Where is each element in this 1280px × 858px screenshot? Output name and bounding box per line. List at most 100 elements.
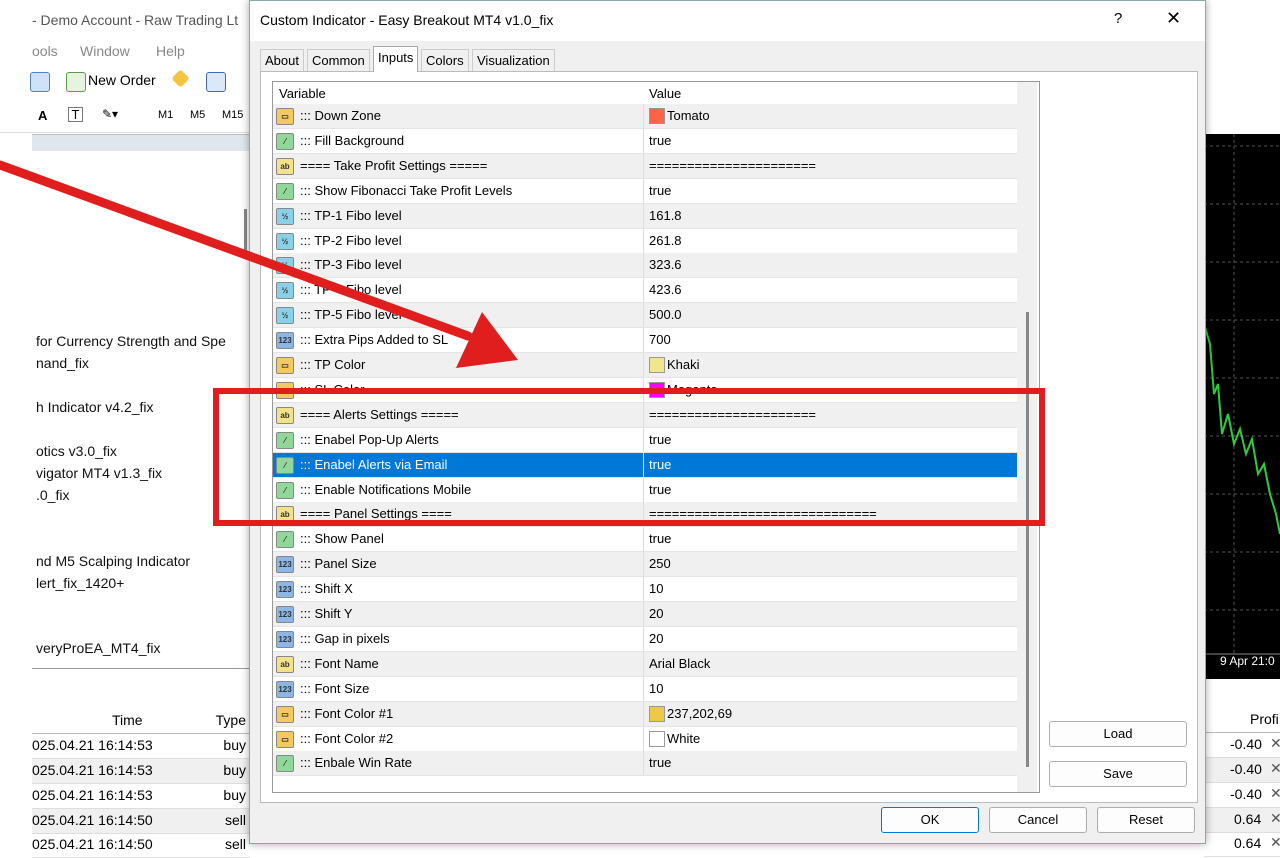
trade-row[interactable]: 025.04.21 16:14:50 sell [32, 809, 250, 834]
close-trade-icon[interactable]: ✕ [1270, 810, 1280, 827]
trade-row[interactable]: 025.04.21 16:14:53 buy [32, 784, 250, 809]
menu-window[interactable]: Window [80, 43, 130, 59]
text-tool-icon[interactable]: A [38, 108, 47, 123]
navigator-item[interactable]: vigator MT4 v1.3_fix [36, 465, 162, 481]
input-row[interactable]: ab ==== Take Profit Settings ===== =======… [273, 153, 1017, 179]
input-value[interactable]: 237,202,69 [667, 706, 732, 721]
input-row[interactable]: 123::: Shift Y 20 [273, 602, 1017, 627]
tab-common[interactable]: Common [307, 49, 370, 71]
close-button[interactable]: ✕ [1166, 8, 1181, 29]
close-trade-icon[interactable]: ✕ [1270, 785, 1280, 802]
color-swatch[interactable] [649, 357, 665, 373]
trade-row[interactable]: 025.04.21 16:14:53 buy [32, 734, 250, 759]
integer-type-icon: 123 [276, 556, 294, 574]
navigator-item[interactable]: nand_fix [36, 355, 89, 371]
input-value[interactable]: ====================== [649, 158, 816, 173]
tab-colors[interactable]: Colors [421, 49, 469, 71]
input-row[interactable]: ½::: TP-3 Fibo level 323.6 [273, 253, 1017, 279]
input-value[interactable]: 250 [649, 556, 671, 571]
input-value[interactable]: White [667, 731, 700, 746]
navigator-item[interactable]: .0_fix [36, 487, 69, 503]
input-value[interactable]: true [649, 133, 671, 148]
help-button[interactable]: ? [1114, 10, 1122, 27]
input-row[interactable]: ab::: Font Name Arial Black [273, 651, 1017, 677]
navigator-scrollbar[interactable] [244, 209, 247, 259]
timeframe-m15[interactable]: M15 [222, 109, 243, 121]
menu-tools[interactable]: ools [32, 43, 58, 59]
navigator-item[interactable]: lert_fix_1420+ [36, 575, 124, 591]
input-row[interactable]: ½::: TP-2 Fibo level 261.8 [273, 228, 1017, 254]
column-type[interactable]: Type [216, 712, 246, 728]
input-value[interactable]: 10 [649, 581, 663, 596]
input-value[interactable]: true [649, 531, 671, 546]
new-order-icon[interactable] [66, 72, 86, 92]
input-value[interactable]: true [649, 755, 671, 770]
reset-button[interactable]: Reset [1097, 807, 1195, 833]
input-value[interactable]: 20 [649, 606, 663, 621]
trade-row[interactable]: 025.04.21 16:14:53 buy [32, 759, 250, 784]
cancel-button[interactable]: Cancel [989, 807, 1087, 833]
tab-about[interactable]: About [260, 49, 304, 71]
input-value[interactable]: 423.6 [649, 282, 682, 297]
input-row[interactable]: 123::: Gap in pixels 20 [273, 626, 1017, 652]
color-swatch[interactable] [649, 730, 665, 747]
new-order-button[interactable]: New Order [88, 72, 156, 88]
menu-help[interactable]: Help [156, 43, 185, 59]
column-profit[interactable]: Profi [1250, 711, 1279, 727]
close-trade-icon[interactable]: ✕ [1270, 760, 1280, 777]
input-row[interactable]: ⁄::: Enbale Win Rate true [273, 751, 1017, 777]
input-value[interactable]: Khaki [667, 357, 700, 372]
input-value[interactable]: 500.0 [649, 307, 682, 322]
navigator-item[interactable]: veryProEA_MT4_fix [36, 640, 160, 656]
text-label-icon[interactable]: T [68, 107, 83, 122]
price-chart[interactable]: 9 Apr 21:0 [1203, 134, 1280, 679]
input-row[interactable]: 123::: Extra Pips Added to SL 700 [273, 328, 1017, 354]
input-value[interactable]: 700 [649, 332, 671, 347]
input-value[interactable]: 323.6 [649, 257, 682, 272]
navigator-item[interactable]: h Indicator v4.2_fix [36, 399, 154, 415]
input-value[interactable]: Arial Black [649, 656, 710, 671]
input-row[interactable]: ⁄::: Show Fibonacci Take Profit Levels tr… [273, 178, 1017, 204]
navigator-item[interactable]: nd M5 Scalping Indicator [36, 553, 190, 569]
input-value[interactable]: true [649, 183, 671, 198]
input-value[interactable]: 261.8 [649, 233, 682, 248]
column-variable[interactable]: Variable [279, 86, 326, 101]
close-trade-icon[interactable]: ✕ [1270, 834, 1280, 851]
input-row[interactable]: ½::: TP-1 Fibo level 161.8 [273, 203, 1017, 229]
load-button[interactable]: Load [1049, 721, 1187, 747]
trade-row[interactable]: 025.04.21 16:14:50 sell [32, 833, 250, 858]
tab-visualization[interactable]: Visualization [472, 49, 555, 71]
zoom-icon[interactable] [30, 72, 50, 92]
input-row[interactable]: ▭::: Down Zone Tomato [273, 104, 1017, 129]
expert-advisors-icon[interactable] [171, 69, 190, 88]
column-value[interactable]: Value [649, 86, 681, 101]
input-value[interactable]: 20 [649, 631, 663, 646]
input-row[interactable]: 123::: Panel Size 250 [273, 552, 1017, 578]
timeframe-m5[interactable]: M5 [190, 109, 205, 121]
input-row[interactable]: 123::: Font Size 10 [273, 676, 1017, 702]
navigator-item[interactable]: for Currency Strength and Spe [36, 333, 226, 349]
input-row[interactable]: ▭::: TP Color Khaki [273, 353, 1017, 378]
input-row[interactable]: ▭::: Font Color #2 White [273, 726, 1017, 752]
scrollbar-thumb[interactable] [1026, 312, 1029, 767]
input-row[interactable]: 123::: Shift X 10 [273, 577, 1017, 603]
timeframe-m1[interactable]: M1 [158, 109, 173, 121]
strategy-tester-icon[interactable] [206, 72, 226, 92]
input-value[interactable]: 161.8 [649, 208, 682, 223]
input-row[interactable]: ⁄::: Fill Background true [273, 128, 1017, 154]
input-value[interactable]: Tomato [667, 108, 710, 123]
navigator-item[interactable]: otics v3.0_fix [36, 443, 117, 459]
color-swatch[interactable] [649, 705, 665, 722]
input-value[interactable]: 10 [649, 681, 663, 696]
arrows-dropdown-icon[interactable]: ✎▾ [102, 107, 118, 121]
ok-button[interactable]: OK [881, 807, 979, 833]
column-time[interactable]: Time [112, 712, 143, 728]
input-row[interactable]: ⁄::: Show Panel true [273, 527, 1017, 553]
input-row[interactable]: ½::: TP-4 Fibo level 423.6 [273, 278, 1017, 304]
color-swatch[interactable] [649, 108, 665, 124]
save-button[interactable]: Save [1049, 761, 1187, 787]
tab-inputs[interactable]: Inputs [373, 46, 419, 72]
input-row[interactable]: ▭::: Font Color #1 237,202,69 [273, 701, 1017, 727]
close-trade-icon[interactable]: ✕ [1270, 735, 1280, 752]
input-row[interactable]: ½::: TP-5 Fibo level 500.0 [273, 303, 1017, 329]
